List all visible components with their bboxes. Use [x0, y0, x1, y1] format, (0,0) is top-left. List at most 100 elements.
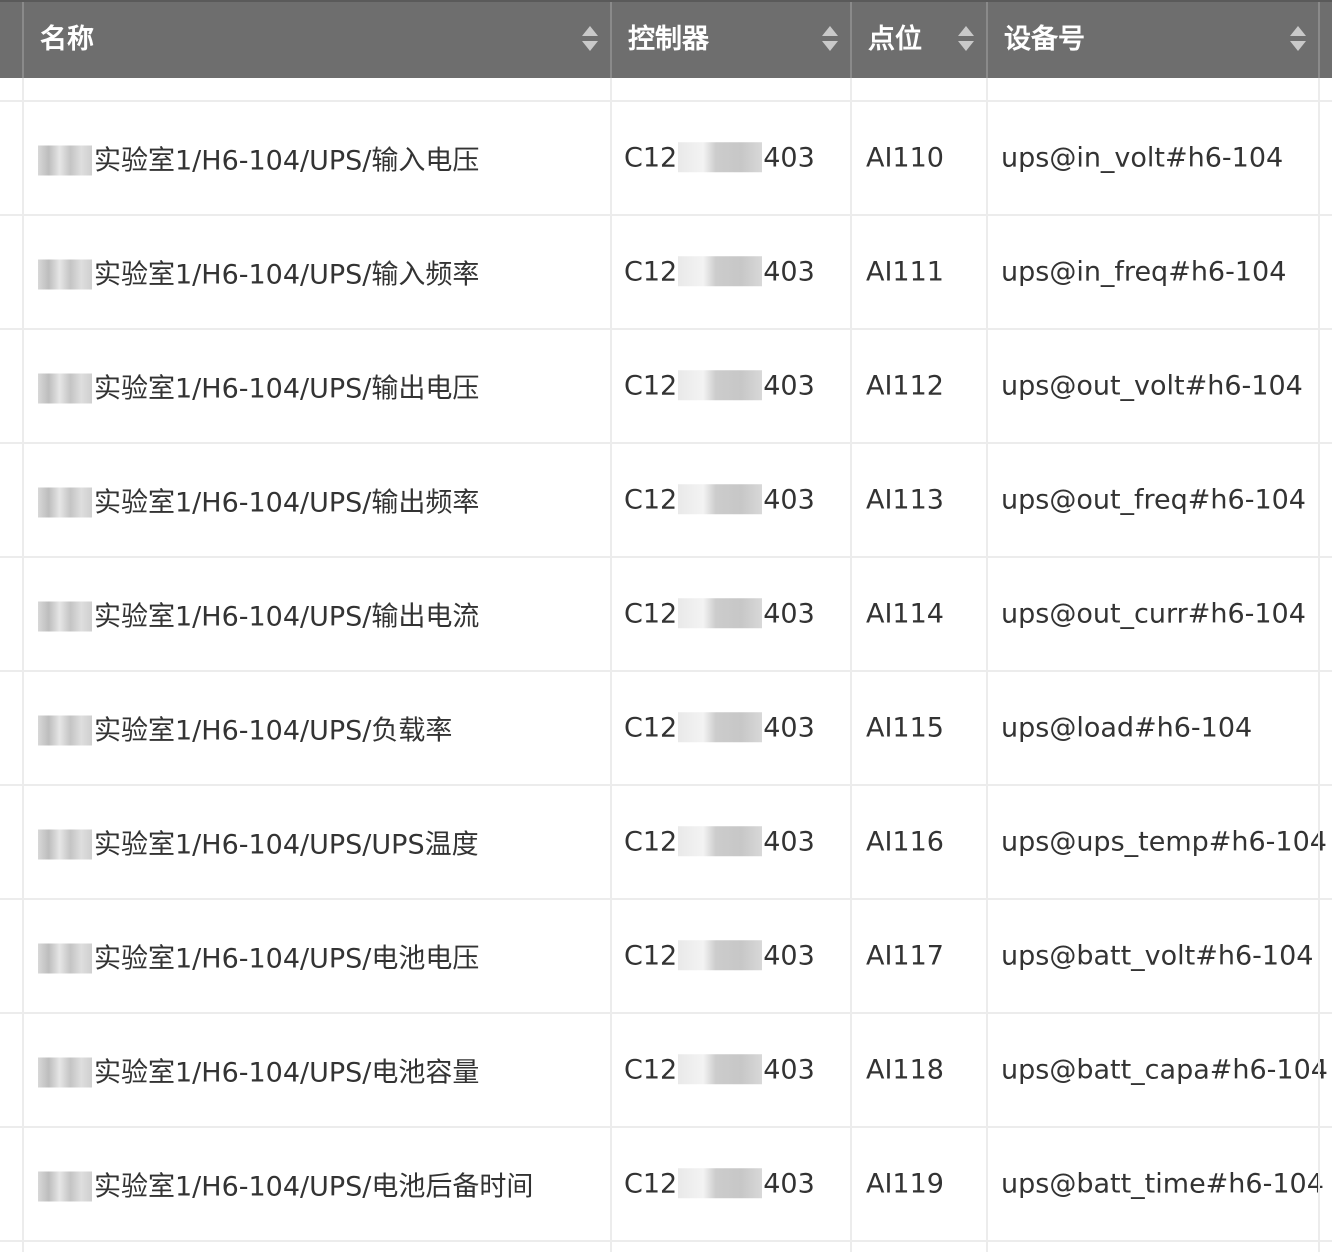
- table-cell-filler: [1318, 216, 1332, 328]
- cell-name: 实验室1/H6-104/UPS/UPS温度: [22, 786, 610, 898]
- cell-device-text: ups@batt_volt#h6-104: [1001, 940, 1314, 972]
- redacted-block: [38, 145, 92, 175]
- controller-suffix: 403: [763, 370, 815, 402]
- redacted-block: [38, 829, 92, 859]
- redacted-block: [38, 487, 92, 517]
- cell-name: 实验室1/H6-104/UPS/电池后备时间: [22, 1128, 610, 1240]
- table-row[interactable]: 实验室1/H6-104/UPS/输出频率 C12 403 AI113 ups@out_f…: [0, 444, 1332, 558]
- cell-device: ups@out_curr#h6-104: [986, 558, 1318, 670]
- controller-prefix: C12: [624, 940, 678, 972]
- table-row[interactable]: 实验室1/H6-104/UPS/输入频率 C12 403 AI111 ups@in_fr…: [0, 216, 1332, 330]
- cell-name: 实验室1/H6-104/UPS/电池容量: [22, 1014, 610, 1126]
- redacted-block: [38, 601, 92, 631]
- sort-icon[interactable]: [1290, 26, 1306, 54]
- cell-point-text: AI116: [866, 826, 944, 858]
- cell-name-content: 实验室1/H6-104/UPS/输出电流: [38, 595, 479, 634]
- column-header-label: 控制器: [628, 24, 709, 55]
- cell-name: 实验室1/H6-104/UPS/输入电压: [22, 102, 610, 214]
- cell-point: AI112: [850, 330, 986, 442]
- redacted-block: [38, 715, 92, 745]
- cell-device-text: ups@in_freq#h6-104: [1001, 256, 1287, 288]
- column-header-point[interactable]: 点位: [850, 2, 986, 78]
- column-header-filler: [1318, 2, 1332, 78]
- controller-suffix: 403: [763, 1168, 815, 1200]
- table-row[interactable]: 实验室1/H6-104/UPS/输出电压 C12 403 AI112 ups@out_v…: [0, 330, 1332, 444]
- sort-icon[interactable]: [822, 26, 838, 54]
- column-header-label: 名称: [40, 24, 94, 55]
- cell-controller: C12 403: [610, 102, 850, 214]
- table-row-partial: [0, 1242, 1332, 1252]
- table-cell-filler: [1318, 1128, 1332, 1240]
- cell-controller: C12 403: [610, 330, 850, 442]
- redacted-block: [678, 369, 763, 400]
- cell-device: ups@out_volt#h6-104: [986, 330, 1318, 442]
- table-cell-filler: [1318, 444, 1332, 556]
- cell-point: AI119: [850, 1128, 986, 1240]
- table-row[interactable]: 实验室1/H6-104/UPS/输入电压 C12 403 AI110 ups@in_vo…: [0, 102, 1332, 216]
- table-cell: [22, 1242, 610, 1252]
- cell-controller: C12 403: [610, 672, 850, 784]
- cell-device-text: ups@load#h6-104: [1001, 712, 1253, 744]
- cell-controller: C12 403: [610, 1128, 850, 1240]
- table-cell: [986, 1242, 1318, 1252]
- table-row[interactable]: 实验室1/H6-104/UPS/负载率 C12 403 AI115 ups@load#h…: [0, 672, 1332, 786]
- cell-controller: C12 403: [610, 444, 850, 556]
- cell-point: AI117: [850, 900, 986, 1012]
- cell-name-text: 实验室1/H6-104/UPS/输出电压: [94, 373, 480, 405]
- cell-name-text: 实验室1/H6-104/UPS/输出频率: [94, 487, 480, 519]
- cell-point: AI114: [850, 558, 986, 670]
- cell-name: 实验室1/H6-104/UPS/负载率: [22, 672, 610, 784]
- cell-name-text: 实验室1/H6-104/UPS/负载率: [94, 715, 453, 747]
- cell-device: ups@in_freq#h6-104: [986, 216, 1318, 328]
- cell-device: ups@in_volt#h6-104: [986, 102, 1318, 214]
- cell-controller-content: C12 403: [624, 369, 815, 402]
- cell-device: ups@load#h6-104: [986, 672, 1318, 784]
- redacted-block: [678, 597, 763, 628]
- column-header-name[interactable]: 名称: [22, 2, 610, 78]
- cell-name-content: 实验室1/H6-104/UPS/UPS温度: [38, 823, 479, 862]
- redacted-block: [678, 825, 763, 856]
- cell-name: 实验室1/H6-104/UPS/电池电压: [22, 900, 610, 1012]
- controller-prefix: C12: [624, 484, 678, 516]
- column-header-controller[interactable]: 控制器: [610, 2, 850, 78]
- cell-controller-content: C12 403: [624, 1167, 815, 1200]
- cell-controller-content: C12 403: [624, 255, 815, 288]
- table-row[interactable]: 实验室1/H6-104/UPS/电池容量 C12 403 AI118 ups@batt_…: [0, 1014, 1332, 1128]
- controller-suffix: 403: [763, 598, 815, 630]
- cell-point-text: AI112: [866, 370, 944, 402]
- cell-name-content: 实验室1/H6-104/UPS/输入频率: [38, 253, 480, 292]
- cell-controller: C12 403: [610, 216, 850, 328]
- sort-icon[interactable]: [958, 26, 974, 54]
- table-cell: [610, 1242, 850, 1252]
- table-row[interactable]: 实验室1/H6-104/UPS/UPS温度 C12 403 AI116 ups@ups_…: [0, 786, 1332, 900]
- controller-suffix: 403: [763, 142, 815, 174]
- cell-point-text: AI115: [866, 712, 944, 744]
- cell-name-text: 实验室1/H6-104/UPS/输入频率: [94, 259, 480, 291]
- cell-device: ups@batt_time#h6-104: [986, 1128, 1324, 1240]
- controller-prefix: C12: [624, 1168, 678, 1200]
- table-row[interactable]: 实验室1/H6-104/UPS/电池电压 C12 403 AI117 ups@batt_…: [0, 900, 1332, 1014]
- cell-name: 实验室1/H6-104/UPS/输出电流: [22, 558, 610, 670]
- column-header-device[interactable]: 设备号: [986, 2, 1318, 78]
- controller-prefix: C12: [624, 712, 678, 744]
- cell-name-content: 实验室1/H6-104/UPS/电池后备时间: [38, 1165, 534, 1204]
- controller-suffix: 403: [763, 826, 815, 858]
- cell-point-text: AI114: [866, 598, 944, 630]
- table-cell: [986, 78, 1318, 100]
- cell-name-text: 实验室1/H6-104/UPS/UPS温度: [94, 829, 479, 861]
- controller-prefix: C12: [624, 826, 678, 858]
- cell-name-text: 实验室1/H6-104/UPS/电池后备时间: [94, 1171, 534, 1203]
- sort-icon[interactable]: [582, 26, 598, 54]
- cell-point: AI116: [850, 786, 986, 898]
- table-row[interactable]: 实验室1/H6-104/UPS/电池后备时间 C12 403 AI119 ups@bat…: [0, 1128, 1332, 1242]
- table-cell-filler: [1318, 672, 1332, 784]
- table-row[interactable]: 实验室1/H6-104/UPS/输出电流 C12 403 AI114 ups@out_c…: [0, 558, 1332, 672]
- cell-controller-content: C12 403: [624, 483, 815, 516]
- table-cell-filler: [1318, 330, 1332, 442]
- cell-point: AI110: [850, 102, 986, 214]
- cell-controller-content: C12 403: [624, 141, 815, 174]
- cell-controller: C12 403: [610, 1014, 850, 1126]
- cell-controller-content: C12 403: [624, 1053, 815, 1086]
- table-cell: [610, 78, 850, 100]
- redacted-block: [38, 373, 92, 403]
